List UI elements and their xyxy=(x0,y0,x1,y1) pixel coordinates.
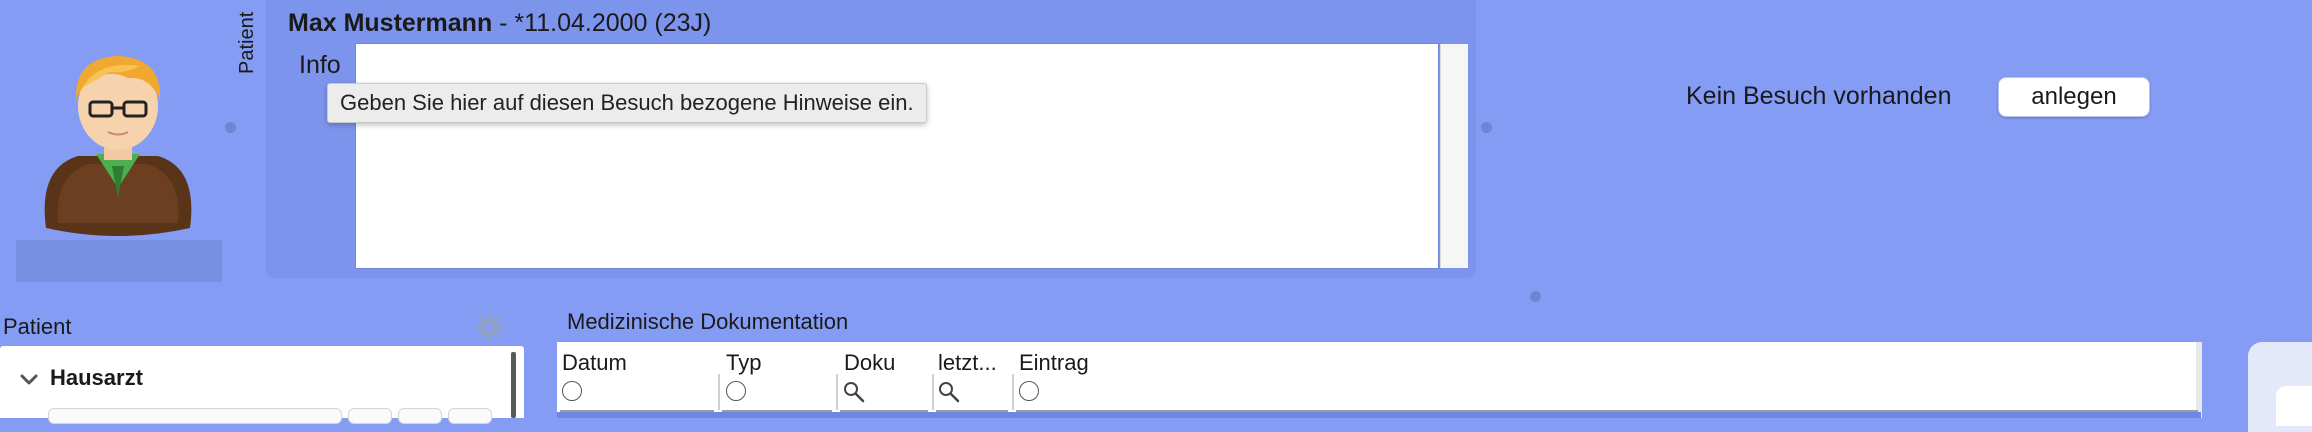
filter-radio-typ[interactable] xyxy=(726,381,746,401)
column-separator[interactable] xyxy=(836,374,838,410)
documentation-title: Medizinische Dokumentation xyxy=(567,309,849,334)
hausarzt-field[interactable] xyxy=(348,408,392,424)
filter-radio-datum[interactable] xyxy=(562,381,582,401)
splitter-handle[interactable] xyxy=(225,122,236,133)
splitter-handle[interactable] xyxy=(1530,291,1541,302)
search-icon[interactable] xyxy=(937,380,961,404)
column-header-datum[interactable]: Datum xyxy=(562,350,627,376)
column-header-doku[interactable]: Doku xyxy=(844,350,895,376)
column-header-letzt[interactable]: letzt... xyxy=(938,350,997,376)
create-visit-button[interactable]: anlegen xyxy=(1998,77,2150,117)
hausarzt-group-label[interactable]: Hausarzt xyxy=(50,365,143,391)
hausarzt-field[interactable] xyxy=(448,408,492,424)
hausarzt-field[interactable] xyxy=(398,408,442,424)
left-section-title: Patient xyxy=(3,314,72,339)
patient-vertical-label: Patient xyxy=(236,11,258,74)
info-tooltip: Geben Sie hier auf diesen Besuch bezogen… xyxy=(327,83,927,123)
column-header-eintrag[interactable]: Eintrag xyxy=(1019,350,1089,376)
column-separator[interactable] xyxy=(718,374,720,410)
avatar-caption xyxy=(16,240,222,282)
column-separator[interactable] xyxy=(1012,374,1014,410)
chevron-down-icon[interactable] xyxy=(18,368,40,390)
column-separator[interactable] xyxy=(932,374,934,410)
selected-row-highlight[interactable] xyxy=(557,412,2201,418)
patient-name: Max Mustermann - *11.04.2000 (23J) xyxy=(288,9,711,38)
patient-avatar xyxy=(28,48,208,238)
visit-status-text: Kein Besuch vorhanden xyxy=(1686,82,1952,110)
splitter-handle[interactable] xyxy=(1481,122,1492,133)
info-label: Info xyxy=(299,51,341,79)
right-side-panel-card[interactable] xyxy=(2276,386,2312,426)
column-header-typ[interactable]: Typ xyxy=(726,350,761,376)
info-textarea[interactable] xyxy=(355,43,1439,269)
documentation-table xyxy=(557,342,2201,418)
search-icon[interactable] xyxy=(842,380,866,404)
hausarzt-field[interactable] xyxy=(48,408,342,424)
gear-icon[interactable] xyxy=(474,312,504,342)
filter-radio-eintrag[interactable] xyxy=(1019,381,1039,401)
hausarzt-scrollbar[interactable] xyxy=(511,352,516,418)
patient-name-bold: Max Mustermann xyxy=(288,9,493,37)
patient-birthdate: - *11.04.2000 (23J) xyxy=(492,9,712,37)
documentation-table-edge xyxy=(2196,342,2202,418)
info-textarea-scrollbar[interactable] xyxy=(1440,44,1468,268)
